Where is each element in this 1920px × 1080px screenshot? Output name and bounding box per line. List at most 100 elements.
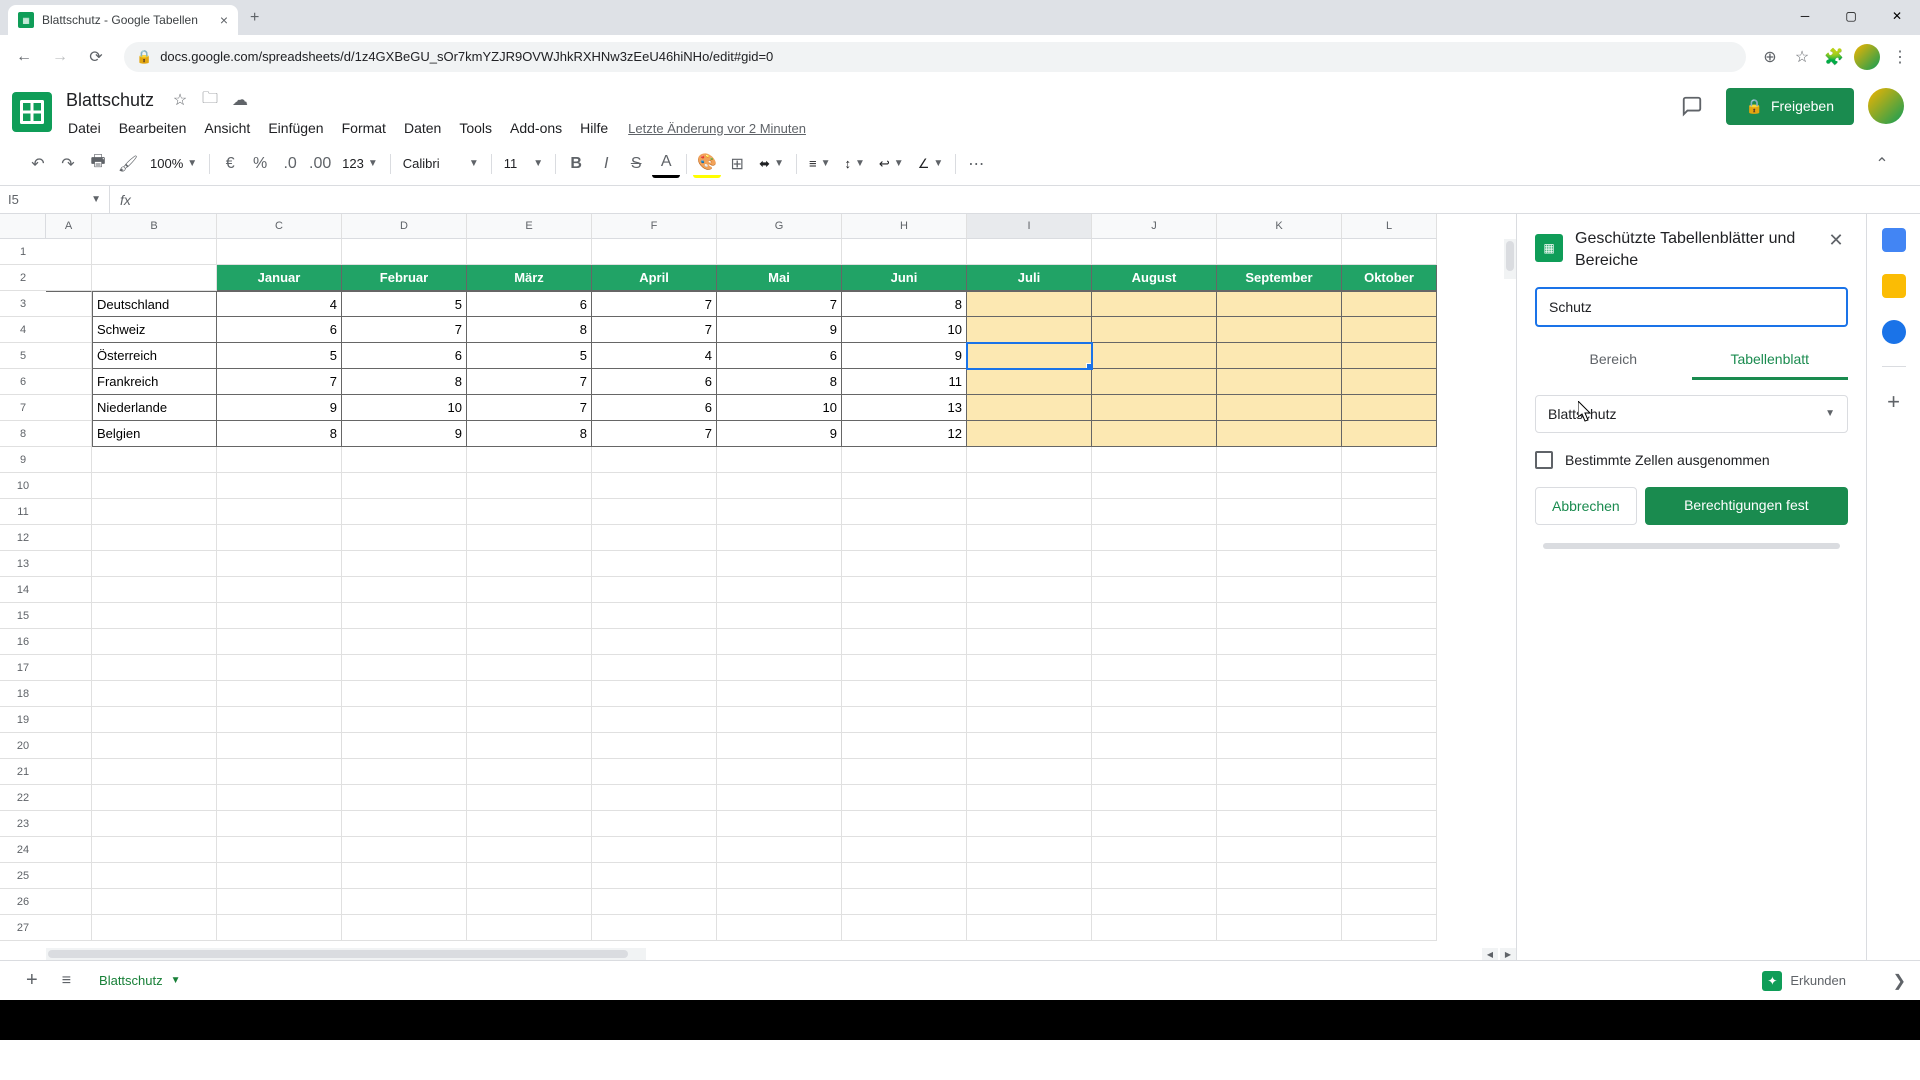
- cell[interactable]: 7: [592, 291, 717, 317]
- cell[interactable]: 9: [842, 343, 967, 369]
- cell[interactable]: [1217, 733, 1342, 759]
- cell[interactable]: [1217, 811, 1342, 837]
- cell[interactable]: [1217, 395, 1342, 421]
- cell[interactable]: [46, 577, 92, 603]
- cell[interactable]: 7: [342, 317, 467, 343]
- cell[interactable]: [217, 239, 342, 265]
- cell[interactable]: [967, 447, 1092, 473]
- cell[interactable]: [717, 239, 842, 265]
- cell[interactable]: [1342, 837, 1437, 863]
- cell[interactable]: [1092, 707, 1217, 733]
- cell[interactable]: [217, 655, 342, 681]
- cell[interactable]: [842, 681, 967, 707]
- cell[interactable]: [1217, 655, 1342, 681]
- cell[interactable]: [592, 785, 717, 811]
- cell[interactable]: Schweiz: [92, 317, 217, 343]
- cell[interactable]: [1342, 915, 1437, 941]
- cell[interactable]: [217, 811, 342, 837]
- cell[interactable]: [217, 785, 342, 811]
- cell[interactable]: [217, 837, 342, 863]
- cell[interactable]: [467, 889, 592, 915]
- cell[interactable]: [46, 525, 92, 551]
- cell[interactable]: [92, 837, 217, 863]
- more-tools-button[interactable]: ⋯: [962, 150, 990, 178]
- cell[interactable]: [342, 239, 467, 265]
- cell[interactable]: [342, 473, 467, 499]
- cell[interactable]: [467, 447, 592, 473]
- menu-tools[interactable]: Tools: [451, 116, 500, 140]
- cell[interactable]: [1342, 759, 1437, 785]
- cell[interactable]: [46, 239, 92, 265]
- cell[interactable]: [967, 863, 1092, 889]
- cell[interactable]: [342, 837, 467, 863]
- cell[interactable]: [1217, 837, 1342, 863]
- cell[interactable]: [46, 317, 92, 343]
- cloud-status-icon[interactable]: ☁: [230, 90, 250, 110]
- cell[interactable]: [967, 343, 1092, 369]
- cell[interactable]: 10: [342, 395, 467, 421]
- cell[interactable]: [46, 837, 92, 863]
- row-header[interactable]: 14: [0, 577, 46, 603]
- cell[interactable]: [967, 811, 1092, 837]
- cell[interactable]: [92, 629, 217, 655]
- zoom-icon[interactable]: ⊕: [1758, 45, 1782, 69]
- cell[interactable]: [1342, 499, 1437, 525]
- cell[interactable]: [46, 681, 92, 707]
- cell[interactable]: [1092, 499, 1217, 525]
- cell[interactable]: [592, 915, 717, 941]
- cell[interactable]: [92, 707, 217, 733]
- row-header[interactable]: 22: [0, 785, 46, 811]
- cell[interactable]: [1217, 785, 1342, 811]
- cell[interactable]: [967, 837, 1092, 863]
- cell[interactable]: [1342, 889, 1437, 915]
- browser-tab[interactable]: ▦ Blattschutz - Google Tabellen ×: [8, 5, 238, 35]
- new-tab-button[interactable]: +: [250, 9, 259, 27]
- collapse-toolbar-button[interactable]: ⌃: [1868, 150, 1896, 178]
- cell[interactable]: 9: [717, 421, 842, 447]
- cell[interactable]: [1217, 707, 1342, 733]
- cell[interactable]: 13: [842, 395, 967, 421]
- cell[interactable]: [592, 681, 717, 707]
- cell[interactable]: [1092, 629, 1217, 655]
- cell[interactable]: [842, 239, 967, 265]
- name-box[interactable]: I5 ▼: [0, 186, 110, 213]
- cell[interactable]: [342, 889, 467, 915]
- cell[interactable]: August: [1092, 265, 1217, 291]
- col-header-E[interactable]: E: [467, 214, 592, 239]
- cell[interactable]: [717, 759, 842, 785]
- cell[interactable]: [1092, 577, 1217, 603]
- set-permissions-button[interactable]: Berechtigungen fest: [1645, 487, 1848, 525]
- cell[interactable]: [92, 265, 217, 291]
- menu-daten[interactable]: Daten: [396, 116, 449, 140]
- cell[interactable]: [46, 395, 92, 421]
- cell[interactable]: 11: [842, 369, 967, 395]
- cell[interactable]: [717, 863, 842, 889]
- cell[interactable]: [1217, 499, 1342, 525]
- menu-format[interactable]: Format: [334, 116, 394, 140]
- cell[interactable]: [967, 369, 1092, 395]
- cell[interactable]: [967, 395, 1092, 421]
- cell[interactable]: [1092, 395, 1217, 421]
- cell[interactable]: [592, 759, 717, 785]
- cell[interactable]: [1092, 811, 1217, 837]
- cell[interactable]: [717, 811, 842, 837]
- cell[interactable]: [46, 499, 92, 525]
- cell[interactable]: [46, 629, 92, 655]
- share-button[interactable]: 🔒 Freigeben: [1726, 88, 1854, 125]
- cell[interactable]: 7: [467, 369, 592, 395]
- col-header-G[interactable]: G: [717, 214, 842, 239]
- cell[interactable]: 6: [592, 395, 717, 421]
- cell[interactable]: [467, 785, 592, 811]
- cell[interactable]: [92, 863, 217, 889]
- cell[interactable]: [1092, 239, 1217, 265]
- row-header[interactable]: 16: [0, 629, 46, 655]
- cell[interactable]: 5: [467, 343, 592, 369]
- cell[interactable]: [46, 889, 92, 915]
- cell[interactable]: [1342, 395, 1437, 421]
- cell[interactable]: [1217, 681, 1342, 707]
- profile-avatar-icon[interactable]: [1854, 44, 1880, 70]
- row-header[interactable]: 18: [0, 681, 46, 707]
- forward-button[interactable]: →: [44, 41, 76, 73]
- v-scrollbar[interactable]: [1504, 239, 1516, 279]
- cell[interactable]: [1092, 785, 1217, 811]
